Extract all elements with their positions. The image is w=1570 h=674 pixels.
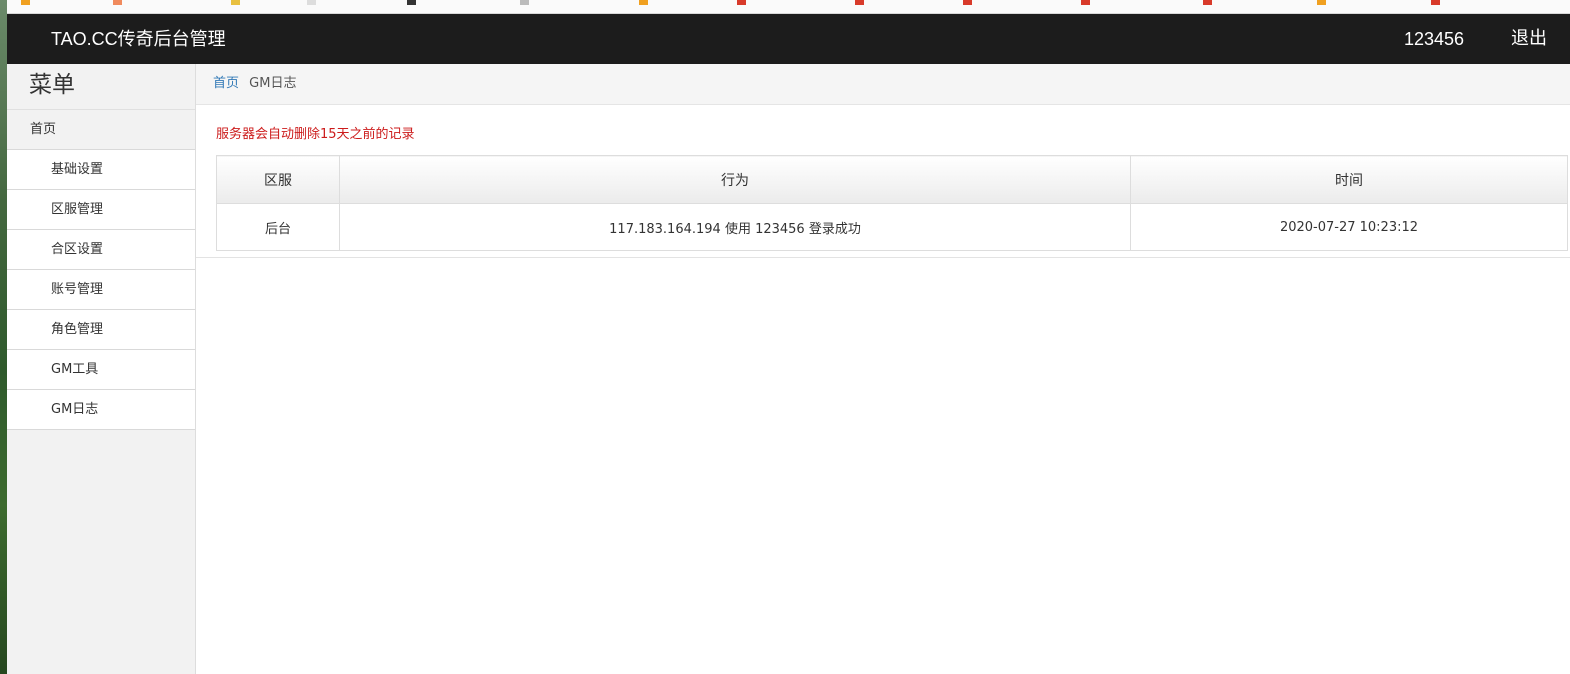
breadcrumb: 首页 GM日志 (196, 64, 1570, 105)
top-navbar: TAO.CC传奇后台管理 123456 退出 (7, 14, 1570, 64)
current-username: 123456 (1404, 29, 1465, 49)
bookmark-item[interactable] (963, 0, 975, 6)
bookmark-item[interactable] (737, 0, 749, 6)
bookmark-item[interactable] (231, 0, 243, 6)
menu-title: 菜单 (7, 64, 195, 110)
bookmark-item[interactable] (1203, 0, 1215, 6)
bookmark-item[interactable] (307, 0, 319, 6)
bookmark-item[interactable] (113, 0, 125, 6)
bookmark-item[interactable] (407, 0, 419, 6)
bookmark-item[interactable] (1317, 0, 1329, 6)
bookmark-item[interactable] (520, 0, 532, 6)
cell-server: 后台 (216, 203, 340, 251)
main-content: 首页 GM日志 服务器会自动删除15天之前的记录 区服 行为 时间 后台 117… (196, 64, 1570, 674)
bookmark-item[interactable] (1431, 0, 1443, 6)
column-header-action: 行为 (339, 155, 1131, 204)
sidebar-item-gm-tools[interactable]: GM工具 (7, 350, 195, 390)
sidebar-menu: 菜单 首页 基础设置 区服管理 合区设置 账号管理 角色管理 GM工具 GM日志 (7, 64, 196, 674)
logout-link[interactable]: 退出 (1511, 14, 1547, 64)
retention-notice: 服务器会自动删除15天之前的记录 (216, 127, 415, 142)
bookmark-item[interactable] (855, 0, 867, 6)
bookmark-item[interactable] (1081, 0, 1093, 6)
sidebar-item-gm-log[interactable]: GM日志 (7, 390, 195, 430)
column-header-time: 时间 (1130, 155, 1568, 204)
gm-log-table: 区服 行为 时间 后台 117.183.164.194 使用 123456 登录… (216, 155, 1568, 251)
cell-time: 2020-07-27 10:23:12 (1130, 203, 1568, 251)
sidebar-item-role-management[interactable]: 角色管理 (7, 310, 195, 350)
sidebar-item-home[interactable]: 首页 (7, 110, 195, 150)
sidebar-item-basic-settings[interactable]: 基础设置 (7, 150, 195, 190)
breadcrumb-current: GM日志 (249, 76, 297, 91)
sidebar-item-account-management[interactable]: 账号管理 (7, 270, 195, 310)
table-header-row: 区服 行为 时间 (216, 155, 1568, 204)
brand-title[interactable]: TAO.CC传奇后台管理 (51, 14, 226, 64)
bookmark-item[interactable] (639, 0, 651, 6)
desktop-background-strip (0, 0, 7, 674)
sidebar-item-merge-settings[interactable]: 合区设置 (7, 230, 195, 270)
browser-bookmark-bar (7, 0, 1570, 14)
breadcrumb-home-link[interactable]: 首页 (213, 76, 239, 91)
cell-action: 117.183.164.194 使用 123456 登录成功 (339, 203, 1131, 251)
bookmark-item[interactable] (21, 0, 33, 6)
log-panel: 服务器会自动删除15天之前的记录 区服 行为 时间 后台 117.183.164… (196, 105, 1570, 258)
table-row: 后台 117.183.164.194 使用 123456 登录成功 2020-0… (216, 203, 1568, 251)
column-header-server: 区服 (216, 155, 340, 204)
sidebar-item-server-management[interactable]: 区服管理 (7, 190, 195, 230)
